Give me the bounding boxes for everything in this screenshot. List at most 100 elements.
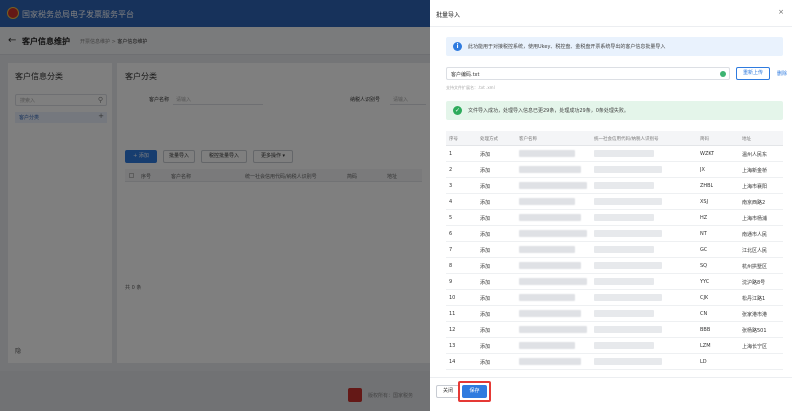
row-code: LZM xyxy=(700,343,711,349)
row-action: 添加 xyxy=(480,200,491,206)
row-action: 添加 xyxy=(480,152,491,158)
row-code: GC xyxy=(700,247,708,253)
result-row: 7 添加 GC 江北区人民 xyxy=(446,242,783,258)
result-row: 11 添加 CN 张家港市港 xyxy=(446,306,783,322)
redacted-tax-id xyxy=(594,198,662,205)
save-button[interactable]: 保存 xyxy=(462,385,487,398)
redacted-customer-name xyxy=(519,150,575,157)
redacted-customer-name xyxy=(519,214,581,221)
info-alert: i 此功能用于对接税控系统，使用Ukey、税控盘、金税盘开票系统导出的客户信息批… xyxy=(446,37,783,56)
row-code: JX xyxy=(700,167,705,173)
row-action: 添加 xyxy=(480,264,491,270)
row-addr: 温州人民东 xyxy=(742,152,768,158)
col-action: 处理方式 xyxy=(480,137,498,142)
row-action: 添加 xyxy=(480,312,491,318)
redacted-customer-name xyxy=(519,326,587,333)
batch-import-drawer: 批量导入 × i 此功能用于对接税控系统，使用Ukey、税控盘、金税盘开票系统导… xyxy=(430,0,792,411)
row-code: CN xyxy=(700,311,708,317)
result-row: 1 添加 WZKT 温州人民东 xyxy=(446,146,783,162)
redacted-tax-id xyxy=(594,230,662,237)
row-addr: 上海市杨浦 xyxy=(742,216,768,222)
row-no: 5 xyxy=(449,215,453,221)
result-row: 14 添加 LD xyxy=(446,354,783,370)
row-code: SQ xyxy=(700,263,708,269)
drawer-footer: 关闭 保存 xyxy=(430,377,792,411)
result-row: 3 添加 ZHBL 上海市襄阳 xyxy=(446,178,783,194)
row-code: ZHBL xyxy=(700,183,714,189)
redacted-customer-name xyxy=(519,278,587,285)
row-action: 添加 xyxy=(480,296,491,302)
row-no: 14 xyxy=(449,359,456,365)
row-action: 添加 xyxy=(480,232,491,238)
file-name: 客户编码.txt xyxy=(451,72,480,78)
drawer-divider xyxy=(430,26,792,27)
redacted-tax-id xyxy=(594,150,654,157)
result-row: 5 添加 HZ 上海市杨浦 xyxy=(446,210,783,226)
row-no: 1 xyxy=(449,151,453,157)
row-addr: 沈沪路8号 xyxy=(742,280,766,286)
row-addr: 上海市襄阳 xyxy=(742,184,768,190)
redacted-tax-id xyxy=(594,262,662,269)
row-addr: 张家港市港 xyxy=(742,312,768,318)
row-no: 13 xyxy=(449,343,456,349)
drawer-title: 批量导入 xyxy=(436,12,461,19)
row-code: YYC xyxy=(700,279,710,285)
row-addr: 南通市人民 xyxy=(742,232,768,238)
redacted-customer-name xyxy=(519,198,575,205)
col-addr: 地址 xyxy=(742,137,751,142)
row-code: LD xyxy=(700,359,707,365)
row-no: 8 xyxy=(449,263,453,269)
row-no: 3 xyxy=(449,183,453,189)
row-addr: 上海长宁区 xyxy=(742,344,768,350)
redacted-tax-id xyxy=(594,214,654,221)
row-addr: 南京西路2 xyxy=(742,200,766,206)
redacted-customer-name xyxy=(519,342,575,349)
modal-overlay[interactable] xyxy=(0,0,430,411)
redacted-tax-id xyxy=(594,326,662,333)
col-no: 序号 xyxy=(449,137,458,142)
row-action: 添加 xyxy=(480,168,491,174)
redacted-tax-id xyxy=(594,182,654,189)
success-alert-text: 文件导入成功，处理导入信息已更29条，处理成功29条，0条处理失败。 xyxy=(468,108,629,114)
delete-file-link[interactable]: 删除 xyxy=(777,70,787,77)
row-addr: 杭州拱墅区 xyxy=(742,264,768,270)
col-code: 简码 xyxy=(700,137,709,142)
row-action: 添加 xyxy=(480,360,491,366)
import-result-table: 序号 处理方式 客户名称 统一社会信用代码/纳税人识别号 简码 地址 1 添加 WZ… xyxy=(446,131,783,377)
row-code: XSJ xyxy=(700,199,709,205)
redacted-customer-name xyxy=(519,230,587,237)
redacted-customer-name xyxy=(519,294,575,301)
redacted-customer-name xyxy=(519,182,587,189)
result-row: 9 添加 YYC 沈沪路8号 xyxy=(446,274,783,290)
save-highlight: 保存 xyxy=(458,381,491,402)
row-no: 9 xyxy=(449,279,453,285)
redacted-tax-id xyxy=(594,342,654,349)
row-addr: 上海新金桥 xyxy=(742,168,768,174)
reupload-button[interactable]: 重新上传 xyxy=(736,67,770,80)
row-action: 添加 xyxy=(480,328,491,334)
close-icon[interactable]: × xyxy=(778,8,784,16)
row-addr: 松丹江路1 xyxy=(742,296,766,302)
row-code: BBB xyxy=(700,327,711,333)
row-code: CJK xyxy=(700,295,709,301)
row-addr: 张杨路501 xyxy=(742,328,767,334)
close-button[interactable]: 关闭 xyxy=(436,385,460,398)
redacted-tax-id xyxy=(594,246,654,253)
row-no: 12 xyxy=(449,327,456,333)
result-row: 2 添加 JX 上海新金桥 xyxy=(446,162,783,178)
redacted-tax-id xyxy=(594,278,654,285)
redacted-customer-name xyxy=(519,358,581,365)
row-no: 2 xyxy=(449,167,453,173)
redacted-tax-id xyxy=(594,166,662,173)
col-name: 客户名称 xyxy=(519,137,537,142)
row-action: 添加 xyxy=(480,280,491,286)
row-action: 添加 xyxy=(480,184,491,190)
result-table-header: 序号 处理方式 客户名称 统一社会信用代码/纳税人识别号 简码 地址 xyxy=(446,131,783,146)
info-icon: i xyxy=(453,42,462,51)
redacted-customer-name xyxy=(519,246,575,253)
result-row: 4 添加 XSJ 南京西路2 xyxy=(446,194,783,210)
row-no: 11 xyxy=(449,311,456,317)
result-row: 13 添加 LZM 上海长宁区 xyxy=(446,338,783,354)
row-code: HZ xyxy=(700,215,708,221)
result-row: 10 添加 CJK 松丹江路1 xyxy=(446,290,783,306)
